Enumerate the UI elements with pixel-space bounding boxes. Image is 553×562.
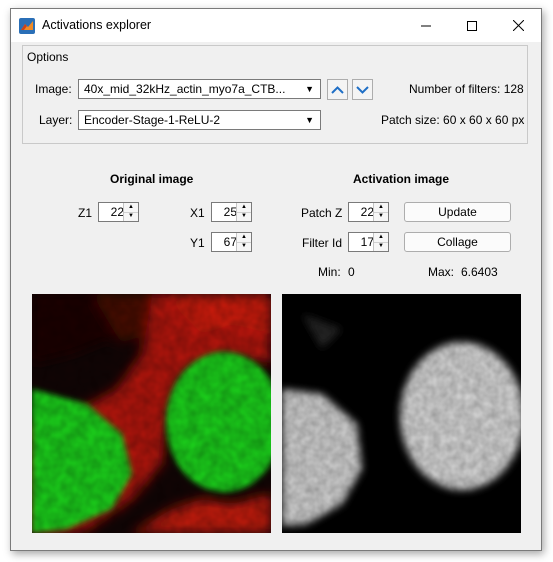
min-label: Min: [318,265,341,279]
layer-dropdown[interactable]: Encoder-Stage-1-ReLU-2 ▼ [78,110,321,130]
original-image [32,294,271,533]
activation-image [282,294,521,533]
dropdown-arrow-icon: ▼ [305,84,314,94]
x1-decrement-button[interactable]: ▼ [237,212,251,221]
filter-id-spinner[interactable]: 17 ▲ ▼ [348,232,389,252]
close-icon [512,20,524,31]
patch-z-decrement-button[interactable]: ▼ [374,212,388,221]
image-dropdown[interactable]: 40x_mid_32kHz_actin_myo7a_CTB... ▼ [78,79,321,99]
max-label: Max: [428,265,455,279]
z1-spinner-buttons: ▲ ▼ [123,203,138,221]
collage-button[interactable]: Collage [404,232,511,252]
filter-id-label: Filter Id [302,236,343,250]
y1-decrement-button[interactable]: ▼ [237,242,251,251]
matlab-icon [19,18,35,34]
filter-id-decrement-button[interactable]: ▼ [374,242,388,251]
patch-z-value: 22 [360,205,374,219]
patch-z-spinner[interactable]: 22 ▲ ▼ [348,202,389,222]
image-dropdown-value: 40x_mid_32kHz_actin_myo7a_CTB... [84,82,286,96]
z1-spinner[interactable]: 22 ▲ ▼ [98,202,139,222]
x1-value: 25 [223,205,237,219]
window-title: Activations explorer [42,18,152,32]
chevron-down-icon [356,85,369,94]
min-value: 0 [348,265,355,279]
filter-id-value: 17 [360,235,374,249]
x1-spinner-buttons: ▲ ▼ [236,203,251,221]
chevron-up-icon [331,85,344,94]
close-button[interactable] [495,9,541,42]
patch-size: Patch size: 60 x 60 x 60 px [381,113,525,127]
number-of-filters: Number of filters: 128 [409,82,524,96]
filter-id-spinner-buttons: ▲ ▼ [373,233,388,251]
y1-spinner-buttons: ▲ ▼ [236,233,251,251]
maximize-button[interactable] [449,9,495,42]
activation-image-title: Activation image [353,172,450,186]
y1-value: 67 [223,235,237,249]
minimize-icon [421,25,431,26]
z1-decrement-button[interactable]: ▼ [124,212,138,221]
image-label: Image: [35,82,72,96]
x1-spinner[interactable]: 25 ▲ ▼ [211,202,252,222]
title-bar: Activations explorer [11,9,541,42]
patch-z-label: Patch Z [301,206,343,220]
patch-z-spinner-buttons: ▲ ▼ [373,203,388,221]
dropdown-arrow-icon: ▼ [305,115,314,125]
app-window: Activations explorer Options Image: 40x_… [10,8,542,551]
maximize-icon [467,20,477,31]
y1-label: Y1 [190,236,205,250]
layer-dropdown-value: Encoder-Stage-1-ReLU-2 [84,113,221,127]
layer-label: Layer: [39,113,73,127]
z1-label: Z1 [78,206,93,220]
max-value: 6.6403 [461,265,498,279]
z1-value: 22 [110,205,124,219]
previous-image-button[interactable] [327,79,348,100]
update-button[interactable]: Update [404,202,511,222]
x1-label: X1 [190,206,205,220]
y1-spinner[interactable]: 67 ▲ ▼ [211,232,252,252]
options-panel-title: Options [27,50,69,64]
minimize-button[interactable] [403,9,449,42]
original-image-title: Original image [110,172,194,186]
next-image-button[interactable] [352,79,373,100]
